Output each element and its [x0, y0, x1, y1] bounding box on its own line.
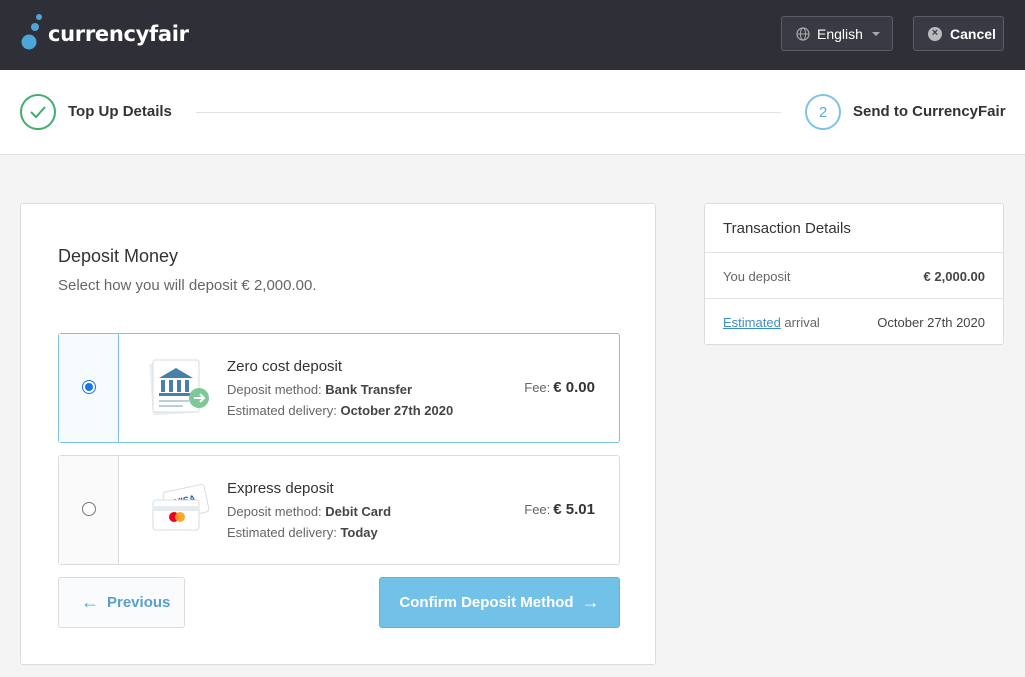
language-select[interactable]: English: [781, 16, 893, 51]
deposit-amount-label: You deposit: [723, 269, 791, 284]
confirm-deposit-button[interactable]: Confirm Deposit Method →: [379, 577, 620, 628]
close-icon: ×: [928, 26, 942, 41]
currencyfair-logo[interactable]: currencyfair: [20, 13, 189, 55]
cancel-label: Cancel: [950, 25, 996, 42]
estimated-link[interactable]: Estimated: [723, 315, 781, 330]
progress-stepper: Top Up Details 2 Send to CurrencyFair: [0, 70, 1025, 155]
arrival-label: Estimated arrival: [723, 315, 820, 330]
deposit-option-bank-transfer[interactable]: Zero cost deposit Deposit method: Bank T…: [58, 333, 620, 443]
bank-transfer-icon: [149, 359, 209, 416]
radio-column: [59, 456, 119, 564]
chevron-down-icon: [871, 31, 880, 36]
step1-label: Top Up Details: [68, 103, 172, 120]
logo-text: currencyfair: [48, 22, 189, 46]
deposit-amount-value: € 2,000.00: [923, 269, 985, 284]
checkmark-icon: [30, 106, 46, 119]
option-title: Zero cost deposit: [227, 358, 343, 375]
arrow-right-icon: →: [581, 592, 600, 612]
deposit-card: Deposit Money Select how you will deposi…: [20, 203, 656, 665]
option-delivery: Estimated delivery: Today: [227, 525, 378, 540]
logo-dots-icon: [21, 14, 42, 50]
deposit-option-debit-card[interactable]: VISA Express deposit Deposit method: Deb…: [58, 455, 620, 565]
page-title: Deposit Money: [58, 246, 179, 266]
arrow-left-icon: ←: [81, 592, 99, 612]
step2-number: 2: [805, 94, 841, 130]
bank-transfer-radio[interactable]: [82, 380, 96, 394]
option-fee: Fee: € 5.01: [524, 501, 595, 518]
previous-button[interactable]: ← Previous: [58, 577, 185, 628]
deposit-amount-row: You deposit € 2,000.00: [705, 252, 1003, 298]
step2-label: Send to CurrencyFair: [853, 103, 1006, 120]
transaction-details-card: Transaction Details You deposit € 2,000.…: [704, 203, 1004, 345]
arrival-value: October 27th 2020: [877, 315, 985, 330]
transaction-title: Transaction Details: [723, 220, 851, 237]
deposit-subtitle: Select how you will deposit € 2,000.00.: [58, 277, 317, 294]
language-label: English: [817, 25, 863, 42]
confirm-label: Confirm Deposit Method: [399, 594, 574, 611]
previous-label: Previous: [107, 594, 171, 611]
option-fee: Fee: € 0.00: [524, 379, 595, 396]
step-divider: [196, 112, 781, 113]
option-delivery: Estimated delivery: October 27th 2020: [227, 403, 454, 418]
option-method: Deposit method: Bank Transfer: [227, 382, 412, 397]
globe-icon: [796, 26, 810, 41]
arrival-row: Estimated arrival October 27th 2020: [705, 298, 1003, 344]
top-bar: currencyfair English × Cancel: [0, 0, 1025, 70]
cancel-button[interactable]: × Cancel: [913, 16, 1004, 51]
radio-column: [59, 334, 119, 442]
debit-card-icon: VISA: [152, 483, 210, 531]
option-method: Deposit method: Debit Card: [227, 504, 392, 519]
step1-complete-icon: [20, 94, 56, 130]
debit-card-radio[interactable]: [82, 502, 96, 516]
option-title: Express deposit: [227, 480, 334, 497]
